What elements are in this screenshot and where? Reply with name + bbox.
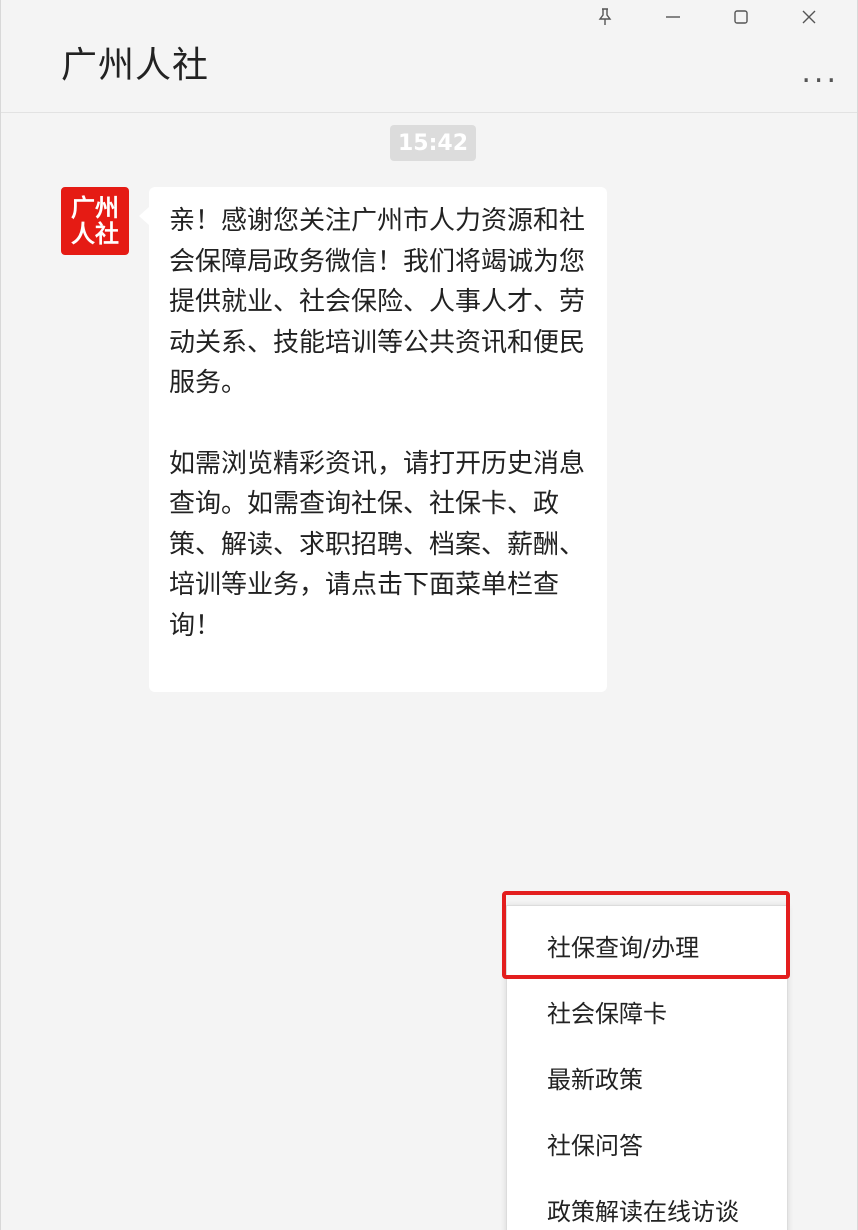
menu-item-policy-interview[interactable]: 政策解读在线访谈 — [547, 1192, 739, 1227]
message-timestamp: 15:42 — [390, 125, 476, 161]
close-icon[interactable] — [775, 4, 843, 30]
menu-item-latest-policy[interactable]: 最新政策 — [547, 1060, 643, 1095]
chat-title: 广州人社 — [61, 45, 210, 86]
menu-item-social-security-card[interactable]: 社会保障卡 — [547, 994, 667, 1029]
avatar[interactable]: 广州 人社 — [61, 187, 129, 255]
more-options-icon[interactable]: ... — [801, 58, 839, 88]
chat-window: 广州人社 ... 15:42 广州 人社 亲！感谢您关注广州市人力资源和社会保障… — [0, 0, 858, 1230]
window-header: 广州人社 ... — [1, 0, 857, 113]
maximize-icon[interactable] — [707, 4, 775, 30]
avatar-text-line1: 广州 — [71, 194, 119, 222]
minimize-icon[interactable] — [639, 4, 707, 30]
avatar-text-line2: 人社 — [71, 220, 119, 248]
menu-item-insurance-qa[interactable]: 社保问答 — [547, 1126, 643, 1161]
message-bubble: 亲！感谢您关注广州市人力资源和社会保障局政务微信！我们将竭诚为您提供就业、社会保… — [139, 187, 607, 692]
submenu-popup: 社保查询/办理 社会保障卡 最新政策 社保问答 政策解读在线访谈 — [506, 905, 788, 1230]
menu-item-social-insurance-query[interactable]: 社保查询/办理 — [547, 928, 699, 963]
message-paragraph-1: 亲！感谢您关注广州市人力资源和社会保障局政务微信！我们将竭诚为您提供就业、社会保… — [169, 206, 586, 398]
pin-icon[interactable] — [571, 4, 639, 30]
window-controls — [571, 4, 843, 30]
message-paragraph-2: 如需浏览精彩资讯，请打开历史消息查询。如需查询社保、社保卡、政策、解读、求职招聘… — [169, 448, 586, 641]
